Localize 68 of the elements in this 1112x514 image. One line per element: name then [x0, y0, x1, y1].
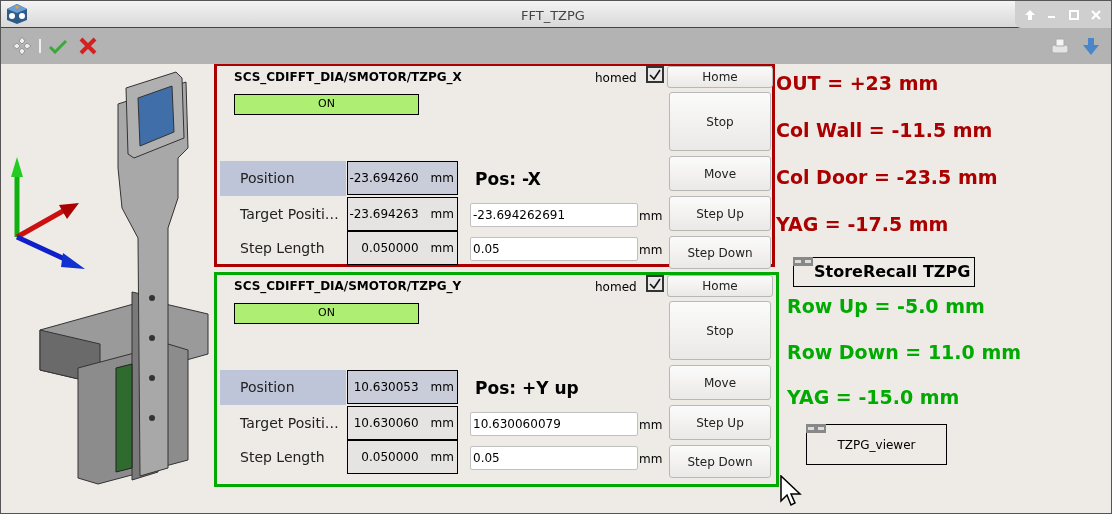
link-icon	[806, 424, 826, 433]
device-name: SCS_CDIFFT_DIA/SMOTOR/TZPG_X	[234, 69, 462, 86]
mouse-cursor-icon	[780, 475, 804, 507]
input-field[interactable]: 0.05	[470, 237, 638, 261]
unit-label: mm	[639, 451, 663, 468]
state-indicator: ON	[234, 303, 419, 324]
unit-label: mm	[430, 379, 454, 396]
motor-button[interactable]: Step Down	[669, 236, 771, 269]
window-title: FFT_TZPG	[521, 7, 585, 25]
value-text: 0.050000	[361, 449, 419, 466]
motor-button[interactable]: Step Up	[669, 196, 771, 231]
unit-label: mm	[430, 415, 454, 432]
unit-label: mm	[639, 242, 663, 259]
unit-label: mm	[430, 240, 454, 257]
scene-link[interactable]: TZPG_viewer	[806, 424, 947, 465]
row-label: Position	[220, 370, 346, 405]
value-text: 0.050000	[361, 240, 419, 257]
preset-label: Row Up = -5.0 mm	[787, 294, 985, 319]
close-icon[interactable]	[1090, 9, 1101, 20]
preset-label: YAG = -17.5 mm	[776, 212, 949, 237]
preset-label: YAG = -15.0 mm	[787, 385, 960, 410]
preset-label: Col Door = -23.5 mm	[776, 165, 998, 190]
printer-icon[interactable]	[1051, 38, 1069, 54]
link-icon	[793, 257, 813, 266]
unit-label: mm	[430, 170, 454, 187]
unit-label: mm	[639, 208, 663, 225]
motor-button[interactable]: Move	[669, 156, 771, 191]
value-text: 10.630060	[353, 415, 419, 432]
motor-button[interactable]: Step Up	[669, 405, 771, 440]
preset-label: OUT = +23 mm	[776, 71, 939, 96]
position-note: Pos: -X	[475, 168, 541, 191]
input-field[interactable]: 10.630060079	[470, 412, 638, 436]
motor-button[interactable]: Home	[667, 66, 773, 88]
arrow-up-icon[interactable]	[1025, 9, 1036, 20]
arrow-down-icon[interactable]	[1083, 37, 1099, 55]
maximize-icon[interactable]	[1068, 9, 1079, 20]
move-icon[interactable]	[13, 37, 31, 55]
homed-checkbox[interactable]	[646, 275, 664, 292]
unit-label: mm	[639, 417, 663, 434]
motor-button[interactable]: Home	[667, 275, 773, 297]
preset-label: Row Down = 11.0 mm	[787, 340, 1021, 365]
input-field[interactable]: -23.694262691	[470, 203, 638, 227]
motor-button[interactable]: Stop	[669, 92, 771, 151]
unit-label: mm	[430, 449, 454, 466]
homed-label: homed	[595, 279, 637, 296]
input-field[interactable]: 0.05	[470, 446, 638, 470]
homed-label: homed	[595, 70, 637, 87]
value-text: -23.694263	[349, 206, 419, 223]
row-label: Target Positi…	[239, 414, 340, 433]
row-label: Step Length	[239, 448, 326, 467]
motor-button[interactable]: Move	[669, 365, 771, 400]
state-indicator: ON	[234, 94, 419, 115]
position-note: Pos: +Y up	[475, 377, 579, 400]
homed-checkbox[interactable]	[646, 66, 664, 83]
motor-button[interactable]: Stop	[669, 301, 771, 360]
check-icon[interactable]	[49, 38, 67, 54]
cancel-icon[interactable]	[79, 37, 97, 55]
scene-link[interactable]: StoreRecall TZPG	[793, 257, 975, 287]
value-text: 10.630053	[353, 379, 419, 396]
preset-label: Col Wall = -11.5 mm	[776, 118, 993, 143]
row-label: Position	[220, 161, 346, 196]
unit-label: mm	[430, 206, 454, 223]
value-text: -23.694260	[349, 170, 419, 187]
app-icon	[6, 3, 28, 25]
device-name: SCS_CDIFFT_DIA/SMOTOR/TZPG_Y	[234, 278, 462, 295]
motor-button[interactable]: Step Down	[669, 445, 771, 478]
row-label: Step Length	[239, 239, 326, 258]
row-label: Target Positi…	[239, 205, 340, 224]
